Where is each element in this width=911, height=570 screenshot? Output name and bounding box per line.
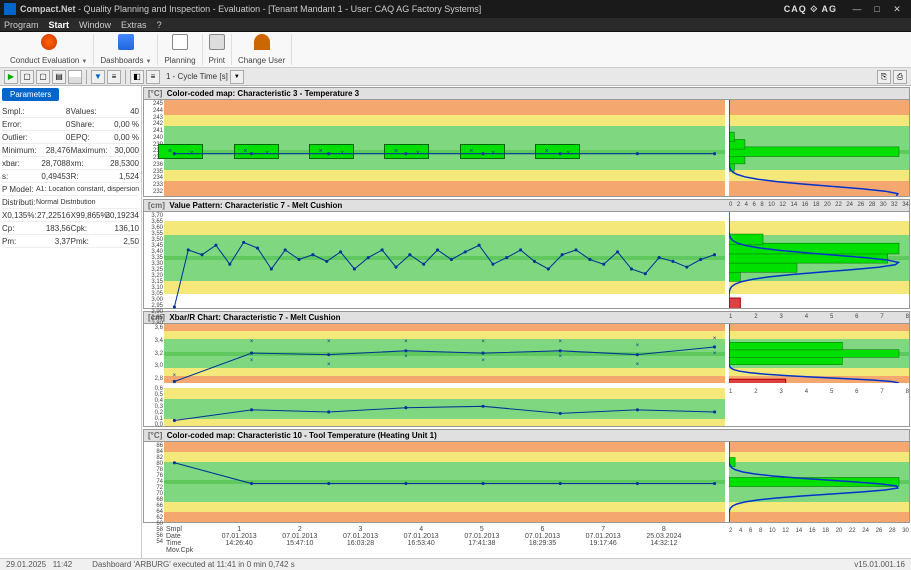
cycle-selector[interactable]: 1 - Cycle Time [s] [166, 72, 228, 81]
param-row: xbar:28,7088xm:28,5300 [2, 157, 139, 170]
parameters-tab[interactable]: Parameters [2, 88, 59, 101]
param-row: Smpl.:8Values:40 [2, 105, 139, 118]
titlebar: Compact.Net - Quality Planning and Inspe… [0, 0, 911, 18]
main-area: Parameters Smpl.:8Values:40Error:0Share:… [0, 86, 911, 558]
chevron-down-icon: ▼ [145, 59, 151, 65]
parameter-grid: Smpl.:8Values:40Error:0Share:0,00 %Outli… [2, 105, 139, 248]
tool-btn-7[interactable]: ≡ [146, 70, 160, 84]
chart-title: [°C] Color-coded map: Characteristic 3 -… [144, 88, 909, 100]
param-row: Pm:3,37Pmk:2,50 [2, 235, 139, 248]
param-row: Error:0Share:0,00 % [2, 118, 139, 131]
ribbon-change-user[interactable]: Change User [232, 34, 292, 65]
ribbon-planning[interactable]: Planning [158, 34, 202, 65]
menu-extras[interactable]: Extras [121, 20, 147, 30]
param-row: Outlier:0EPQ:0,00 % [2, 131, 139, 144]
app-icon [4, 3, 16, 15]
tool-btn-3[interactable]: ▤ [52, 70, 66, 84]
export-button[interactable]: ⎘ [877, 70, 891, 84]
toolbar: ▶ ▢ ▢ ▤ ▼ ≡ ◧ ≡ 1 - Cycle Time [s] ▼ ⎘ ⎙ [0, 68, 911, 86]
menu-start[interactable]: Start [49, 20, 70, 30]
statusbar: 29.01.2025 11:42 Dashboard 'ARBURG' exec… [0, 558, 911, 570]
window-title: Compact.Net - Quality Planning and Inspe… [20, 4, 784, 14]
play-button[interactable]: ▶ [4, 70, 18, 84]
menu-window[interactable]: Window [79, 20, 111, 30]
status-message: Dashboard 'ARBURG' executed at 11:41 in … [92, 560, 295, 569]
tool-btn-5[interactable]: ≡ [107, 70, 121, 84]
ribbon-dashboards[interactable]: Dashboards▼ [94, 34, 158, 65]
tool-btn-6[interactable]: ◧ [130, 70, 144, 84]
cycle-dropdown[interactable]: ▼ [230, 70, 244, 84]
ribbon-print[interactable]: Print [203, 34, 232, 65]
tool-btn-2[interactable]: ▢ [36, 70, 50, 84]
tool-btn-grid[interactable] [68, 70, 82, 84]
status-version: v15.01.001.16 [854, 560, 905, 569]
menubar: Program Start Window Extras ? [0, 18, 911, 32]
param-row: s:0,49453R:1,524 [2, 170, 139, 183]
param-row: X0,135%:27,22516X99,865%:30,19234 [2, 209, 139, 222]
chart-block: [cm] Xbar/R Chart: Characteristic 7 - Me… [143, 311, 910, 427]
maximize-button[interactable]: □ [867, 4, 887, 14]
dashboard-icon [118, 34, 134, 50]
status-time: 11:42 [53, 560, 72, 569]
menu-help[interactable]: ? [157, 20, 162, 30]
param-row: Minimum:28,476Maximum:30,000 [2, 144, 139, 157]
chart-block: [°C] Color-coded map: Characteristic 3 -… [143, 87, 910, 197]
chevron-down-icon: ▼ [81, 59, 87, 65]
ribbon-evaluation[interactable]: Conduct Evaluation▼ [4, 34, 94, 65]
print-small-button[interactable]: ⎙ [893, 70, 907, 84]
chart-block: [cm] Value Pattern: Characteristic 7 - M… [143, 199, 910, 309]
chart-title: [°C] Color-coded map: Characteristic 10 … [144, 430, 909, 442]
brand-logo: CAQ ⟐ AG [784, 4, 837, 15]
print-icon [209, 34, 225, 50]
filter-button[interactable]: ▼ [91, 70, 105, 84]
menu-program[interactable]: Program [4, 20, 39, 30]
status-date: 29.01.2025 [6, 560, 46, 569]
evaluation-icon [41, 34, 57, 50]
close-button[interactable]: ✕ [887, 4, 907, 15]
tool-btn-1[interactable]: ▢ [20, 70, 34, 84]
charts-panel: [°C] Color-coded map: Characteristic 3 -… [142, 86, 911, 558]
param-row: Cp:183,56Cpk:136,10 [2, 222, 139, 235]
planning-icon [172, 34, 188, 50]
user-icon [254, 34, 270, 50]
sidebar: Parameters Smpl.:8Values:40Error:0Share:… [0, 86, 142, 558]
ribbon: Conduct Evaluation▼ Dashboards▼ Planning… [0, 32, 911, 68]
chart-block: [°C] Color-coded map: Characteristic 10 … [143, 429, 910, 523]
minimize-button[interactable]: — [847, 4, 867, 14]
